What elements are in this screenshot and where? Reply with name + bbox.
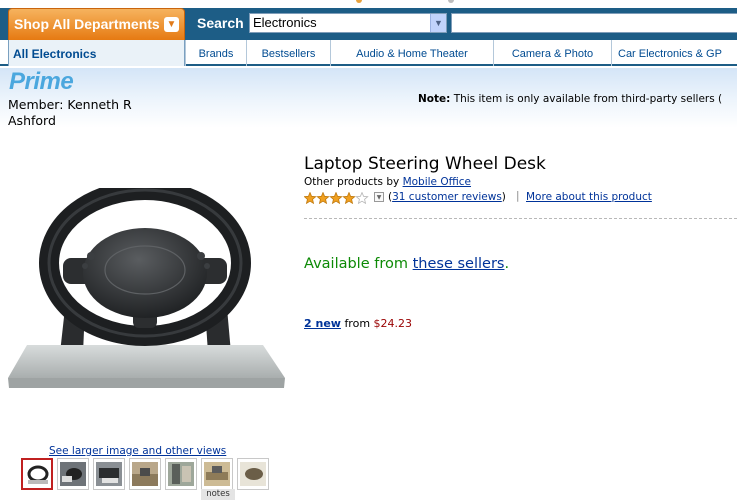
star-filled-icon xyxy=(316,192,330,204)
tab-all-electronics[interactable]: All Electronics xyxy=(8,40,185,66)
thumbnail-3[interactable] xyxy=(93,458,125,490)
thumbnail-6[interactable] xyxy=(201,458,233,490)
star-empty-icon xyxy=(355,192,369,204)
offer-price: $24.23 xyxy=(373,317,413,330)
prime-logo: Prime xyxy=(9,68,74,95)
available-prefix: Available from xyxy=(304,256,408,272)
offers-line: 2 new from $24.23 xyxy=(304,317,412,330)
subnav-brands[interactable]: Brands xyxy=(185,40,246,66)
customer-reviews-link[interactable]: 31 customer reviews xyxy=(392,191,502,203)
thumbnail-1[interactable] xyxy=(21,458,53,490)
subnav-bestsellers[interactable]: Bestsellers xyxy=(246,40,330,66)
more-about-product-link[interactable]: More about this product xyxy=(526,191,652,203)
product-image[interactable] xyxy=(5,188,287,394)
reviews-group: (31 customer reviews) xyxy=(388,191,506,203)
member-name: Member: Kenneth R Ashford xyxy=(8,97,132,128)
note-text: This item is only available from third-p… xyxy=(453,93,723,105)
cart-icon[interactable] xyxy=(356,0,362,3)
star-rating[interactable] xyxy=(304,192,374,204)
brand-link[interactable]: Mobile Office xyxy=(403,176,471,188)
separator: | xyxy=(516,190,520,202)
these-sellers-link[interactable]: these sellers xyxy=(413,256,505,272)
note-label: Note: xyxy=(418,93,451,105)
see-larger-image-link[interactable]: See larger image and other views xyxy=(49,445,226,457)
subnav-audio-home-theater[interactable]: Audio & Home Theater xyxy=(330,40,493,66)
product-byline: Other products by Mobile Office xyxy=(304,176,471,188)
shop-all-departments-button[interactable]: Shop All Departments ▼ xyxy=(8,8,185,40)
subnav-camera-photo[interactable]: Camera & Photo xyxy=(493,40,611,66)
search-label: Search xyxy=(197,15,244,31)
chevron-down-icon: ▼ xyxy=(164,17,179,32)
offers-from: from xyxy=(344,317,371,330)
thumbnail-7[interactable] xyxy=(237,458,269,490)
thumbnail-4[interactable] xyxy=(129,458,161,490)
subnav-car-electronics[interactable]: Car Electronics & GP xyxy=(611,40,737,66)
availability-message: Available from these sellers. xyxy=(304,256,509,272)
category-value: Electronics xyxy=(253,15,317,30)
store-nav: All Electronics Brands Bestsellers Audio… xyxy=(0,40,737,66)
star-filled-icon xyxy=(329,192,343,204)
available-suffix: . xyxy=(504,256,510,272)
chevron-down-icon[interactable]: ▼ xyxy=(374,192,384,202)
reviews-close-paren: ) xyxy=(501,191,506,203)
notes-label[interactable]: notes xyxy=(201,489,235,500)
shop-all-label: Shop All Departments xyxy=(14,16,160,32)
star-filled-icon xyxy=(304,192,317,204)
availability-note: Note: This item is only available from t… xyxy=(418,93,722,105)
category-select[interactable]: Electronics ▼ xyxy=(249,13,447,33)
new-offers-link[interactable]: 2 new xyxy=(304,317,341,330)
thumbnail-2[interactable] xyxy=(57,458,89,490)
account-icon[interactable] xyxy=(448,0,454,3)
other-products-label: Other products by xyxy=(304,176,400,188)
chevron-down-icon[interactable]: ▼ xyxy=(430,14,446,32)
thumbnail-5[interactable] xyxy=(165,458,197,490)
top-strip xyxy=(0,0,737,8)
product-title: Laptop Steering Wheel Desk xyxy=(304,154,546,174)
divider xyxy=(304,218,737,219)
site-header: Shop All Departments ▼ Search Electronic… xyxy=(0,0,737,68)
star-filled-icon xyxy=(342,192,356,204)
search-input[interactable] xyxy=(451,13,737,33)
